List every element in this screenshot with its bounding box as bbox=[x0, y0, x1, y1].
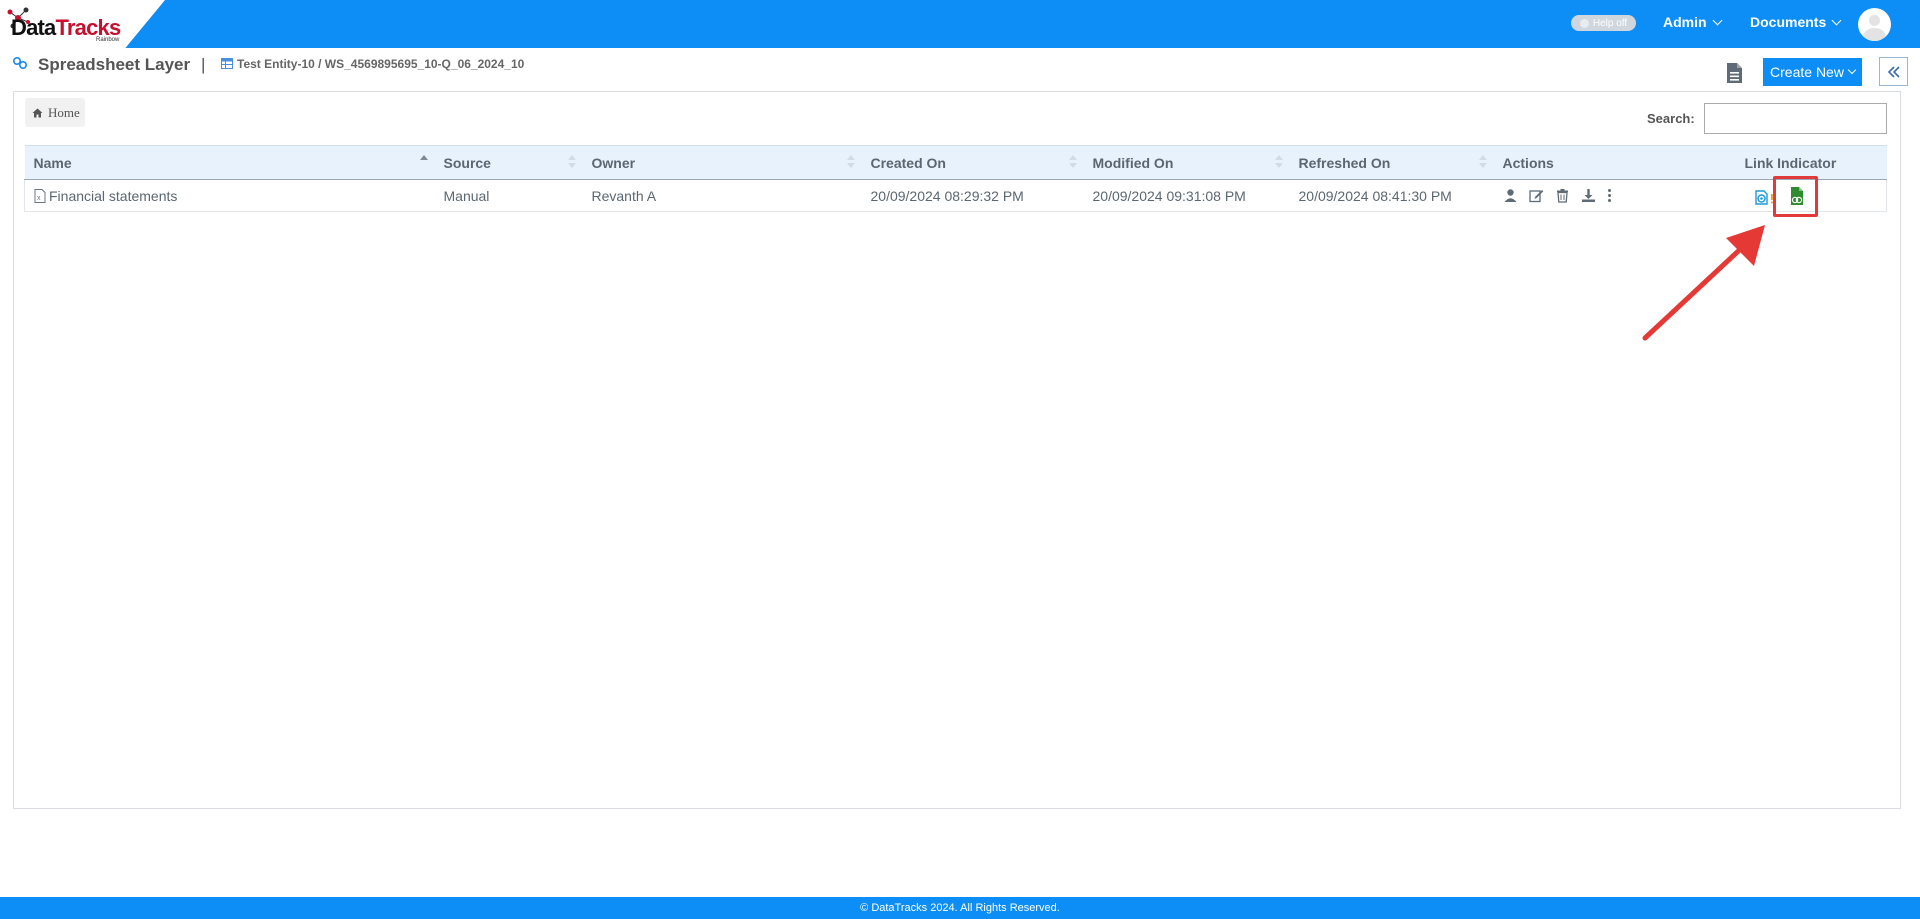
column-header-refreshed-on[interactable]: Refreshed On bbox=[1289, 145, 1494, 180]
user-avatar-icon[interactable] bbox=[1858, 8, 1891, 41]
edit-icon[interactable] bbox=[1528, 188, 1544, 203]
cell-actions bbox=[1493, 179, 1736, 212]
home-label: Home bbox=[48, 104, 80, 120]
sort-icon bbox=[567, 155, 576, 169]
sort-ascending-icon bbox=[419, 155, 428, 169]
admin-menu[interactable]: Admin bbox=[1663, 14, 1723, 30]
column-header-actions: Actions bbox=[1493, 145, 1736, 180]
column-header-created-on[interactable]: Created On bbox=[861, 145, 1084, 180]
toggle-knob bbox=[1579, 18, 1589, 28]
breadcrumb[interactable]: Test Entity-10 / WS_4569895695_10-Q_06_2… bbox=[237, 57, 524, 71]
cell-modified-on: 20/09/2024 09:31:08 PM bbox=[1083, 179, 1290, 212]
spreadsheet-icon bbox=[221, 58, 233, 69]
logo-subtext: Rainbow bbox=[96, 37, 120, 43]
cell-refreshed-on: 20/09/2024 08:41:30 PM bbox=[1289, 179, 1494, 212]
table-header-row: Name Source Owner Created On Modified On… bbox=[24, 145, 1887, 180]
excel-file-icon: x bbox=[34, 188, 46, 203]
page-title: Spreadsheet Layer bbox=[38, 55, 191, 74]
create-new-button[interactable]: Create New bbox=[1763, 58, 1862, 86]
user-icon[interactable] bbox=[1503, 188, 1518, 203]
admin-menu-label: Admin bbox=[1663, 14, 1707, 30]
search-input[interactable] bbox=[1704, 103, 1887, 134]
column-header-source[interactable]: Source bbox=[434, 145, 583, 180]
annotation-highlight-box bbox=[1773, 176, 1818, 217]
footer-copyright: © DataTracks 2024. All Rights Reserved. bbox=[0, 897, 1920, 919]
sort-icon bbox=[1274, 155, 1283, 169]
home-icon bbox=[32, 108, 43, 117]
link-icon bbox=[12, 56, 28, 70]
sort-icon bbox=[846, 155, 855, 169]
svg-text:x: x bbox=[37, 195, 41, 202]
column-header-modified-on[interactable]: Modified On bbox=[1083, 145, 1290, 180]
help-toggle-label: Help off bbox=[1592, 17, 1628, 29]
title-separator: | bbox=[201, 55, 206, 74]
spreadsheet-table: Name Source Owner Created On Modified On… bbox=[24, 145, 1887, 212]
sort-icon bbox=[1068, 155, 1077, 169]
column-header-name[interactable]: Name bbox=[24, 145, 435, 180]
top-navbar: DataTracks Rainbow Help off Admin Docume… bbox=[0, 0, 1920, 48]
cell-source: Manual bbox=[434, 179, 583, 212]
cell-created-on: 20/09/2024 08:29:32 PM bbox=[861, 179, 1084, 212]
search-label: Search: bbox=[1647, 111, 1695, 126]
chevron-down-icon bbox=[1847, 65, 1857, 75]
column-header-owner[interactable]: Owner bbox=[582, 145, 862, 180]
help-toggle[interactable]: Help off bbox=[1571, 15, 1636, 31]
cell-owner: Revanth A bbox=[582, 179, 862, 212]
double-chevron-left-icon bbox=[1887, 65, 1900, 78]
more-vertical-icon[interactable] bbox=[1607, 188, 1612, 203]
column-header-link-indicator: Link Indicator bbox=[1735, 145, 1887, 180]
chevron-down-icon bbox=[1712, 15, 1723, 25]
documents-menu-label: Documents bbox=[1750, 14, 1827, 30]
home-breadcrumb[interactable]: Home bbox=[25, 98, 85, 127]
create-new-label: Create New bbox=[1770, 64, 1844, 80]
sort-icon bbox=[1478, 155, 1487, 169]
file-name-link[interactable]: Financial statements bbox=[49, 188, 177, 204]
brand-logo[interactable]: DataTracks Rainbow bbox=[0, 0, 165, 48]
documents-menu[interactable]: Documents bbox=[1750, 14, 1842, 30]
trash-icon[interactable] bbox=[1555, 188, 1570, 203]
download-icon[interactable] bbox=[1581, 188, 1596, 203]
document-icon[interactable] bbox=[1724, 62, 1744, 84]
chevron-down-icon bbox=[1831, 15, 1842, 25]
cell-name: x Financial statements bbox=[24, 179, 435, 212]
annotation-arrow-icon bbox=[1642, 225, 1765, 341]
table-row[interactable]: x Financial statements Manual Revanth A … bbox=[24, 179, 1887, 212]
collapse-panel-button[interactable] bbox=[1879, 57, 1908, 86]
